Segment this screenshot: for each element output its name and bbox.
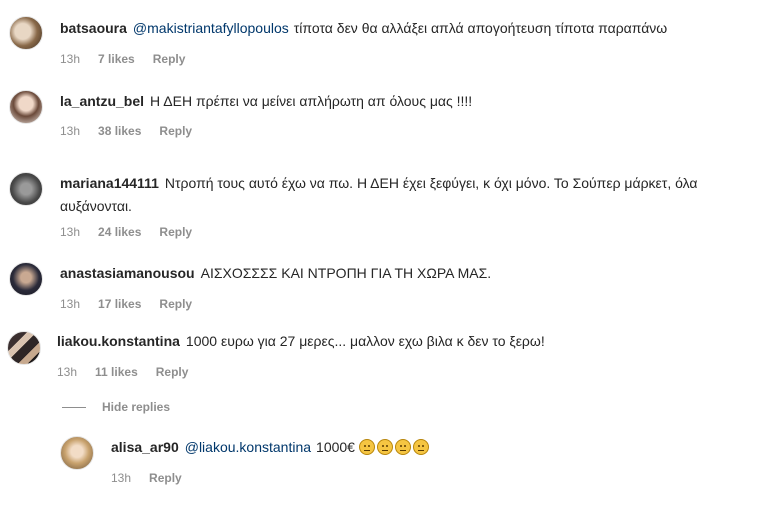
comment-timestamp[interactable]: 13h (57, 365, 77, 379)
comment-text: Η ΔΕΗ πρέπει να μείνει απλήρωτη απ όλους… (150, 93, 473, 109)
avatar[interactable] (9, 262, 43, 296)
comment-mention[interactable]: @liakou.konstantina (185, 439, 311, 455)
comment-likes[interactable]: 24 likes (98, 225, 141, 239)
comment-username[interactable]: la_antzu_bel (60, 93, 144, 109)
comment-likes[interactable]: 17 likes (98, 297, 141, 311)
avatar[interactable] (7, 331, 41, 365)
reply-button[interactable]: Reply (149, 471, 182, 485)
comment-likes[interactable]: 7 likes (98, 52, 135, 66)
comment-username[interactable]: batsaoura (60, 20, 127, 36)
comment-username[interactable]: alisa_ar90 (111, 439, 179, 455)
reply-button[interactable]: Reply (159, 297, 192, 311)
hide-replies-label: Hide replies (102, 400, 171, 414)
reply-button[interactable]: Reply (153, 52, 186, 66)
reply-button[interactable]: Reply (159, 225, 192, 239)
comment-timestamp[interactable]: 13h (60, 225, 80, 239)
comment-likes[interactable]: 11 likes (95, 365, 138, 379)
pensive-face-emoji-icon (394, 439, 411, 455)
pensive-face-emoji-icon (376, 439, 393, 455)
divider-line (62, 406, 86, 408)
pensive-face-emoji-icon (358, 439, 375, 455)
comment-text: 1000€ (316, 439, 355, 455)
reply-button[interactable]: Reply (156, 365, 189, 379)
comment-text: 1000 ευρω για 27 μερες... μαλλον εχω βιλ… (185, 333, 545, 349)
comment-username[interactable]: liakou.konstantina (57, 333, 180, 349)
comment-text: τίποτα δεν θα αλλάξει απλά απογοήτευση τ… (293, 20, 668, 36)
avatar[interactable] (9, 172, 43, 206)
comment-username[interactable]: mariana144111 (60, 175, 159, 191)
comment-timestamp[interactable]: 13h (111, 471, 131, 485)
avatar[interactable] (9, 90, 43, 124)
comment-timestamp[interactable]: 13h (60, 297, 80, 311)
comment-username[interactable]: anastasiamanousou (60, 265, 195, 281)
pensive-face-emoji-icon (412, 439, 429, 455)
comment-timestamp[interactable]: 13h (60, 52, 80, 66)
comment-mention[interactable]: @makistriantafyllopoulos (133, 20, 289, 36)
avatar[interactable] (60, 436, 94, 470)
reply-button[interactable]: Reply (159, 124, 192, 138)
comment-timestamp[interactable]: 13h (60, 124, 80, 138)
hide-replies-button[interactable]: Hide replies (62, 399, 170, 415)
avatar[interactable] (9, 16, 43, 50)
comment-likes[interactable]: 38 likes (98, 124, 141, 138)
comment-text: ΑΙΣΧΟΣΣΣΣ ΚΑΙ ΝΤΡΟΠΗ ΓΙΑ ΤΗ ΧΩΡΑ ΜΑΣ. (200, 265, 492, 281)
